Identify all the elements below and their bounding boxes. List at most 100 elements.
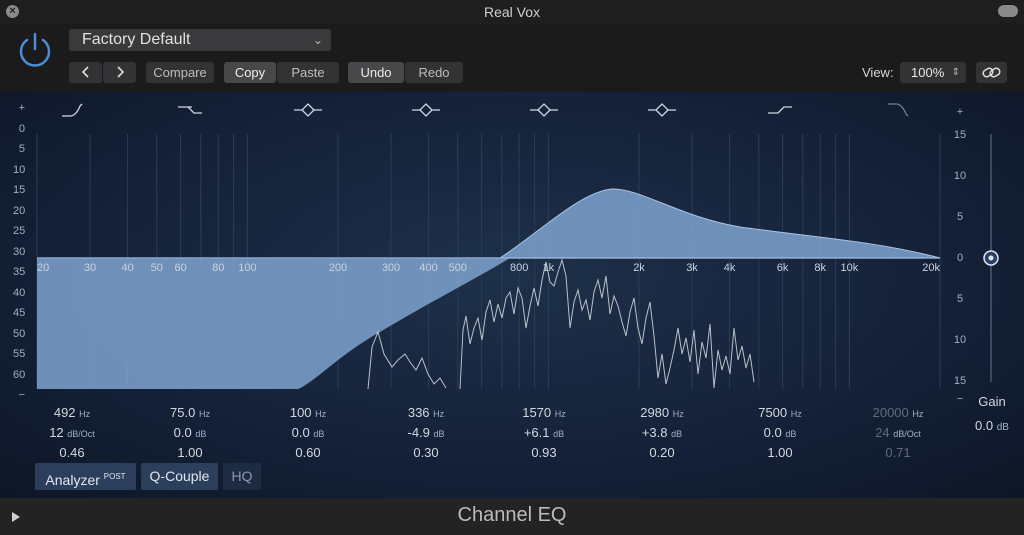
play-icon[interactable]	[12, 512, 20, 522]
right-scale-label: 15	[953, 375, 967, 387]
band-gain[interactable]: 0.0 dB	[735, 425, 825, 440]
plugin-footer: Channel EQ	[0, 498, 1024, 535]
paste-button[interactable]: Paste	[277, 62, 339, 83]
band-gain-value: +6.1	[523, 425, 554, 440]
frequency-label: 1k	[542, 262, 555, 274]
link-button[interactable]	[976, 62, 1007, 83]
band-q[interactable]: 0.30	[381, 445, 471, 460]
band-gain-value: 0.0	[291, 425, 314, 440]
left-scale-label: 20	[13, 204, 26, 217]
right-scale-label: +	[956, 106, 964, 118]
gain-label: Gain	[978, 394, 1006, 409]
band-gain[interactable]: 24 dB/Oct	[853, 425, 943, 440]
plugin-name: Channel EQ	[457, 504, 567, 526]
band-gain-value: 12	[49, 425, 68, 440]
band-gain-unit: dB/Oct	[67, 429, 95, 439]
band-frequency-unit: Hz	[912, 409, 924, 419]
band-gain[interactable]: 0.0 dB	[263, 425, 353, 440]
bell-icon[interactable]	[648, 103, 676, 117]
band-q[interactable]: 0.71	[853, 445, 943, 460]
band-frequency-value: 336	[407, 405, 434, 420]
band-frequency-value: 75.0	[170, 405, 199, 420]
frequency-label: 3k	[686, 262, 698, 274]
band-frequency-unit: Hz	[79, 409, 91, 419]
window-resize-icon[interactable]	[998, 5, 1018, 17]
band-gain-value: +3.8	[641, 425, 672, 440]
gain-slider[interactable]	[983, 134, 999, 382]
analyzer-button[interactable]: Analyzer POST	[35, 463, 136, 490]
bell-icon[interactable]	[530, 103, 558, 117]
preset-dropdown[interactable]: Factory Default ⌄	[69, 29, 331, 51]
left-scale-label: +	[18, 102, 25, 114]
band-frequency[interactable]: 20000 Hz	[853, 405, 943, 420]
left-scale-label: 35	[13, 266, 26, 278]
band-frequency-unit: Hz	[315, 409, 327, 419]
low-cut-icon[interactable]	[62, 103, 83, 117]
band-frequency[interactable]: 2980 Hz	[617, 405, 707, 420]
band-frequency-unit: Hz	[554, 409, 566, 419]
bell-icon[interactable]	[294, 103, 322, 117]
frequency-label: 40	[121, 262, 134, 274]
band-frequency[interactable]: 75.0 Hz	[145, 405, 235, 420]
band-gain-unit: dB	[433, 429, 445, 439]
band-q[interactable]: 0.20	[617, 445, 707, 460]
high-shelf-icon[interactable]	[768, 106, 792, 114]
frequency-label: 300	[381, 262, 401, 274]
band-gain[interactable]: +6.1 dB	[499, 425, 589, 440]
view-zoom-value: 100%	[911, 65, 945, 80]
plugin-header: Factory Default ⌄ Compare Copy Paste Und…	[0, 24, 1024, 92]
frequency-label: 100	[238, 262, 257, 274]
hq-button[interactable]: HQ	[223, 463, 261, 490]
band-q[interactable]: 1.00	[145, 445, 235, 460]
band-gain-unit: dB	[785, 429, 797, 439]
gain-knob-center	[988, 255, 994, 261]
low-cut-fill	[37, 258, 510, 389]
band-gain-value: 24	[875, 425, 894, 440]
band-gain[interactable]: 0.0 dB	[145, 425, 235, 440]
band-frequency-unit: Hz	[672, 409, 684, 419]
frequency-label: 30	[83, 262, 97, 274]
band-gain[interactable]: 12 dB/Oct	[27, 425, 117, 440]
compare-button[interactable]: Compare	[146, 62, 214, 83]
gain-value[interactable]: 0.0 dB	[965, 418, 1019, 433]
band-frequency[interactable]: 7500 Hz	[735, 405, 825, 420]
band-gain[interactable]: -4.9 dB	[381, 425, 471, 440]
band-q[interactable]: 0.93	[499, 445, 589, 460]
power-icon[interactable]	[16, 31, 54, 69]
band-frequency[interactable]: 336 Hz	[381, 405, 471, 420]
right-scale-label: 10	[953, 170, 967, 182]
band-gain-unit: dB	[313, 429, 325, 439]
band-q[interactable]: 1.00	[735, 445, 825, 460]
band-gain-unit: dB	[195, 429, 207, 439]
band-q[interactable]: 0.46	[27, 445, 117, 460]
right-scale-label: −	[956, 393, 964, 405]
band-gain[interactable]: +3.8 dB	[617, 425, 707, 440]
previous-preset-button[interactable]	[69, 62, 102, 83]
low-shelf-icon[interactable]	[178, 106, 202, 114]
frequency-label: 20k	[922, 262, 940, 274]
view-label: View:	[862, 65, 894, 80]
band-type-icons	[62, 103, 909, 117]
gain-unit: dB	[996, 422, 1009, 433]
copy-button[interactable]: Copy	[224, 62, 276, 83]
right-scale-label: 5	[956, 293, 964, 305]
redo-button[interactable]: Redo	[405, 62, 463, 83]
high-cut-icon[interactable]	[888, 103, 909, 117]
view-zoom-dropdown[interactable]: 100% ⇕	[900, 62, 966, 83]
band-frequency[interactable]: 492 Hz	[27, 405, 117, 420]
band-frequency[interactable]: 100 Hz	[263, 405, 353, 420]
q-couple-button[interactable]: Q-Couple	[141, 463, 218, 490]
stepper-icon: ⇕	[951, 67, 960, 78]
band-q[interactable]: 0.60	[263, 445, 353, 460]
band-frequency[interactable]: 1570 Hz	[499, 405, 589, 420]
bell-icon[interactable]	[412, 103, 440, 117]
band-gain-unit: dB/Oct	[893, 429, 921, 439]
left-scale-label: −	[18, 389, 25, 401]
left-scale-label: 60	[13, 368, 26, 381]
band-frequency-value: 20000	[872, 405, 913, 420]
next-preset-button[interactable]	[103, 62, 136, 83]
undo-button[interactable]: Undo	[348, 62, 404, 83]
frequency-label: 20	[37, 262, 50, 274]
left-scale-label: 30	[13, 245, 26, 258]
eq-curve[interactable]	[37, 188, 941, 259]
